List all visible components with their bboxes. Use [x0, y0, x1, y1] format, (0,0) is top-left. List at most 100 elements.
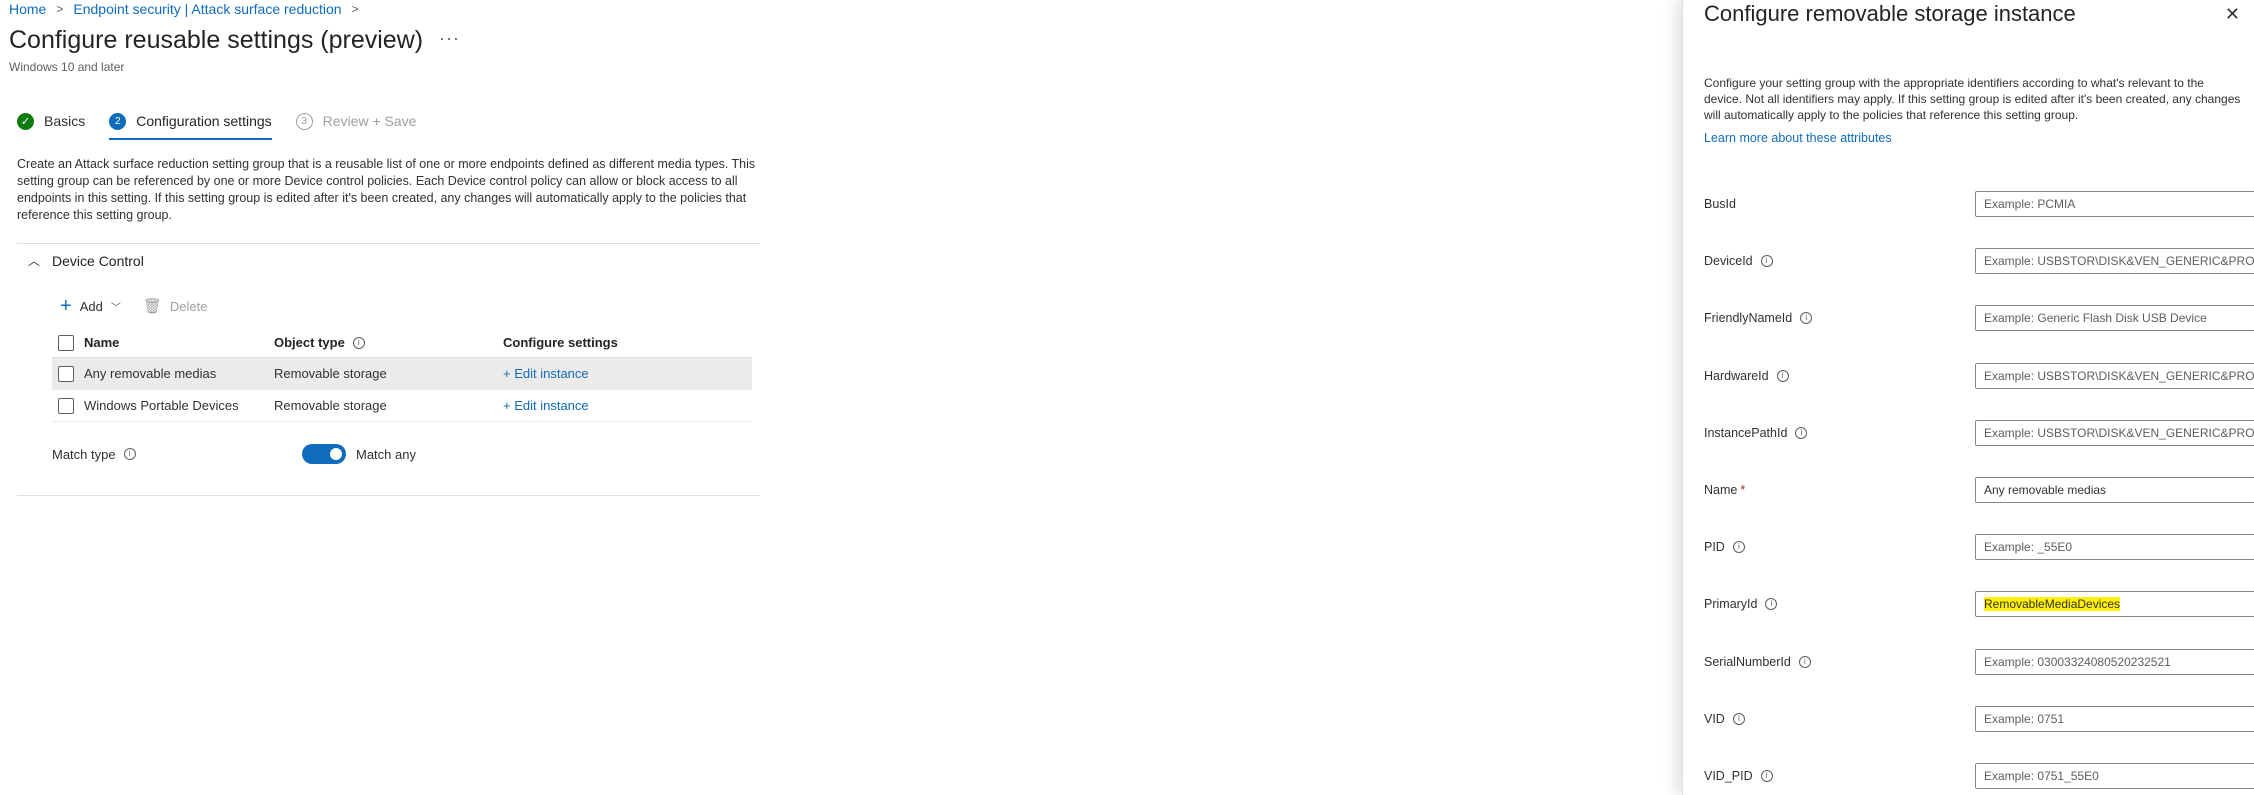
- row-checkbox[interactable]: [58, 397, 74, 414]
- input-placeholder: Example: Generic Flash Disk USB Device: [1984, 311, 2207, 325]
- device-control-section-toggle[interactable]: ︿ Device Control: [28, 252, 144, 269]
- page-title: Configure reusable settings (preview): [9, 26, 424, 54]
- field-row-name: Name * Any removable medias: [1704, 477, 2254, 503]
- step-label: Configuration settings: [136, 113, 272, 129]
- info-icon[interactable]: i: [352, 336, 365, 349]
- add-label: Add: [79, 298, 103, 314]
- field-label: VID i: [1704, 712, 1954, 726]
- table-row[interactable]: Any removable medias Removable storage +…: [52, 358, 752, 390]
- info-icon[interactable]: i: [1765, 598, 1778, 610]
- info-icon[interactable]: i: [1760, 255, 1773, 267]
- required-marker: *: [1740, 483, 1746, 497]
- input-placeholder: Example: 0751_55E0: [1984, 769, 2099, 783]
- trash-icon: 🗑: [142, 297, 162, 315]
- field-input-pid[interactable]: Example: _55E0: [1975, 534, 2254, 560]
- info-icon[interactable]: i: [123, 448, 136, 460]
- field-row-primaryid: PrimaryId i RemovableMediaDevices: [1704, 591, 2254, 617]
- field-input-serialnumberid[interactable]: Example: 03003324080520232521: [1975, 649, 2254, 675]
- row-checkbox[interactable]: [58, 365, 74, 382]
- delete-button[interactable]: 🗑 Delete: [143, 299, 208, 314]
- info-icon[interactable]: i: [1732, 713, 1745, 725]
- wizard-steps: ✓ Basics 2 Configuration settings 3 Revi…: [17, 110, 440, 140]
- field-label-text: SerialNumberId: [1704, 655, 1791, 669]
- field-input-hardwareid[interactable]: Example: USBSTOR\DISK&VEN_GENERIC&PRO...: [1975, 363, 2254, 389]
- info-icon[interactable]: i: [1760, 770, 1773, 782]
- info-icon[interactable]: i: [1795, 427, 1808, 439]
- field-input-busid[interactable]: Example: PCMIA: [1975, 191, 2254, 217]
- field-label-text: HardwareId: [1704, 369, 1769, 383]
- add-button[interactable]: + Add ﹀: [60, 296, 121, 316]
- breadcrumb: Home > Endpoint security | Attack surfac…: [9, 0, 369, 17]
- row-object-type: Removable storage: [274, 398, 387, 413]
- field-row-hardwareid: HardwareId i Example: USBSTOR\DISK&VEN_GEN…: [1704, 363, 2254, 389]
- checkmark-icon: ✓: [17, 112, 34, 130]
- table-row[interactable]: Windows Portable Devices Removable stora…: [52, 390, 752, 422]
- field-row-instancepathid: InstancePathId i Example: USBSTOR\DISK&VEN…: [1704, 420, 2254, 446]
- field-row-vid-pid: VID_PID i Example: 0751_55E0: [1704, 763, 2254, 789]
- section-title: Device Control: [52, 252, 144, 269]
- field-row-friendlynameid: FriendlyNameId i Example: Generic Flash Di…: [1704, 305, 2254, 331]
- field-label: DeviceId i: [1704, 254, 1954, 268]
- input-placeholder: Example: 0751: [1984, 712, 2065, 726]
- field-input-primaryid[interactable]: RemovableMediaDevices: [1975, 591, 2254, 617]
- row-name: Any removable medias: [84, 366, 217, 381]
- chevron-down-icon: ﹀: [110, 302, 121, 314]
- field-label-text: DeviceId: [1704, 254, 1753, 268]
- input-value: RemovableMediaDevices: [1984, 597, 2121, 611]
- field-input-instancepathid[interactable]: Example: USBSTOR\DISK&VEN_GENERIC&PRO...: [1975, 420, 2254, 446]
- delete-label: Delete: [169, 298, 208, 314]
- header-name: Name: [84, 335, 120, 350]
- select-all-checkbox[interactable]: [58, 334, 74, 351]
- chevron-right-icon: >: [56, 1, 64, 16]
- learn-more-link[interactable]: Learn more about these attributes: [1704, 131, 1892, 145]
- input-value: Any removable medias: [1984, 483, 2107, 497]
- page-subtitle: Windows 10 and later: [9, 60, 125, 74]
- field-label: InstancePathId i: [1704, 426, 1954, 440]
- field-input-vid[interactable]: Example: 0751: [1975, 706, 2254, 732]
- settings-table: Name Object type i Configure settings Any…: [52, 328, 752, 422]
- match-type-value: Match any: [356, 446, 416, 462]
- info-icon[interactable]: i: [1732, 541, 1745, 553]
- step-configuration-settings[interactable]: 2 Configuration settings: [109, 110, 273, 140]
- step-number: 2: [109, 112, 127, 130]
- divider: [17, 495, 760, 496]
- input-placeholder: Example: USBSTOR\DISK&VEN_GENERIC&PRO...: [1984, 369, 2254, 383]
- field-input-name[interactable]: Any removable medias: [1975, 477, 2254, 503]
- field-label-text: FriendlyNameId: [1704, 311, 1793, 325]
- match-type-row: Match type i Match any: [52, 444, 752, 464]
- match-type-label: Match type: [52, 446, 116, 462]
- step-number: 3: [295, 112, 313, 130]
- main-content: Home > Endpoint security | Attack surfac…: [0, 0, 1682, 795]
- edit-instance-link[interactable]: + Edit instance: [503, 366, 589, 381]
- more-options-icon[interactable]: ···: [439, 28, 460, 49]
- field-label: SerialNumberId i: [1704, 655, 1954, 669]
- field-input-deviceid[interactable]: Example: USBSTOR\DISK&VEN_GENERIC&PRO...: [1975, 248, 2254, 274]
- input-placeholder: Example: USBSTOR\DISK&VEN_GENERIC&PRO...: [1984, 426, 2254, 440]
- input-placeholder: Example: PCMIA: [1984, 197, 2076, 211]
- field-row-deviceid: DeviceId i Example: USBSTOR\DISK&VEN_GENER…: [1704, 248, 2254, 274]
- breadcrumb-home[interactable]: Home: [9, 1, 46, 17]
- field-input-friendlynameid[interactable]: Example: Generic Flash Disk USB Device: [1975, 305, 2254, 331]
- field-label-text: InstancePathId: [1704, 426, 1788, 440]
- breadcrumb-endpoint-security[interactable]: Endpoint security | Attack surface reduc…: [73, 1, 341, 17]
- step-review-save[interactable]: 3 Review + Save: [295, 110, 416, 132]
- field-label-text: VID_PID: [1704, 769, 1753, 783]
- field-label: HardwareId i: [1704, 369, 1954, 383]
- header-object-type: Object type: [274, 335, 345, 350]
- panel-title: Configure removable storage instance: [1704, 1, 2076, 26]
- field-input-vid-pid[interactable]: Example: 0751_55E0: [1975, 763, 2254, 789]
- info-icon[interactable]: i: [1798, 656, 1811, 668]
- field-row-serialnumberid: SerialNumberId i Example: 0300332408052023…: [1704, 649, 2254, 675]
- close-icon[interactable]: ✕: [2225, 4, 2240, 25]
- input-placeholder: Example: _55E0: [1984, 540, 2073, 554]
- plus-icon: +: [60, 295, 72, 317]
- info-icon[interactable]: i: [1800, 312, 1813, 324]
- edit-instance-link[interactable]: + Edit instance: [503, 398, 589, 413]
- step-basics[interactable]: ✓ Basics: [17, 110, 85, 132]
- chevron-up-icon: ︿: [28, 254, 41, 268]
- field-label: PrimaryId i: [1704, 597, 1954, 611]
- match-type-toggle[interactable]: [302, 444, 346, 464]
- input-placeholder: Example: USBSTOR\DISK&VEN_GENERIC&PRO...: [1984, 254, 2254, 268]
- info-icon[interactable]: i: [1776, 370, 1789, 382]
- input-placeholder: Example: 03003324080520232521: [1984, 655, 2171, 669]
